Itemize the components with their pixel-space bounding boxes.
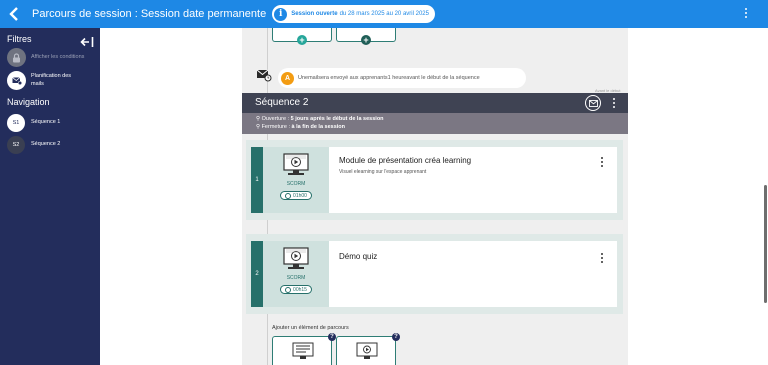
navigation-heading: Navigation [7,97,50,107]
chevron-left-icon [9,7,18,21]
nav-item-label: Séquence 1 [31,119,61,126]
module-body[interactable]: Démo quiz [329,241,617,307]
nav-item-sequence-1[interactable]: S1 Séquence 1 [7,114,60,132]
more-options-icon[interactable] [744,8,748,20]
mail-icon [588,99,598,107]
sequence-mail-button[interactable] [585,95,601,111]
back-button[interactable] [0,0,28,28]
help-icon[interactable]: ? [392,333,400,341]
module-body[interactable]: Module de présentation créa learning Vis… [329,147,617,213]
sequence-closing: ⚲ Fermeture : à la fin de la session [256,124,346,130]
module-number: 1 [251,147,263,213]
info-icon: i [274,7,288,21]
session-status-dates: du 28 mars 2025 au 20 avril 2025 [339,11,429,17]
lock-icon [7,48,26,67]
sidebar: Filtres Afficher les conditions Planific… [0,28,100,365]
computer-play-icon [283,153,309,175]
mail-avatar: A [281,71,294,85]
add-button[interactable]: + [361,35,371,45]
module-title: Module de présentation créa learning [339,156,472,165]
sequence-meta: ⚲ Ouverture : 5 jours après le début de … [242,113,628,134]
sequence-badge-s2: S2 [7,136,25,154]
add-element-card[interactable] [336,336,396,365]
mail-text-suffix: avant le début de la séquence [406,75,480,81]
mail-link[interactable]: email [305,75,318,81]
sequence-title: Séquence 2 [255,97,309,108]
mail-text-middle: sera envoyé aux apprenants [318,75,388,81]
sequence-header: Séquence 2 [242,93,628,113]
filters-heading: Filtres [7,34,32,44]
module-more-icon[interactable] [600,157,604,169]
filter-show-conditions[interactable]: Afficher les conditions [7,48,84,67]
computer-play-icon [356,342,378,359]
mail-delay[interactable]: 1 heure [388,75,407,81]
filter-show-conditions-label: Afficher les conditions [31,53,85,60]
sequence-badge-s1: S1 [7,114,25,132]
module-card: 1 SCORM 01h00 Module de présentation cré… [246,140,623,220]
clock-icon [285,192,292,199]
add-element-label: Ajouter un élément de parcours [272,325,349,331]
module-title: Démo quiz [339,252,378,261]
clock-icon [285,286,292,293]
help-icon[interactable]: ? [328,333,336,341]
module-type: SCORM [286,275,306,281]
module-duration: 01h00 [280,191,312,200]
computer-play-icon [283,247,309,269]
mail-schedule-icon [256,68,272,82]
session-status-badge: i Session ouverte du 28 mars 2025 au 20 … [272,5,435,23]
mail-text-prefix: Un [298,75,306,81]
page-title: Parcours de session : Session date perma… [32,8,267,20]
filter-mail-planning-label: Planification des mails [31,73,72,87]
nav-item-label: Séquence 2 [31,141,61,148]
add-element-card[interactable] [272,336,332,365]
module-type: SCORM [286,181,306,187]
session-status-text: Session ouverte [291,11,338,17]
module-description: Visuel elearning sur l'espace apprenant [339,169,427,175]
module-number: 2 [251,241,263,307]
add-button[interactable]: + [297,35,307,45]
module-more-icon[interactable] [600,253,604,265]
mail-schedule-row[interactable]: A Un email sera envoyé aux apprenants 1 … [278,68,526,88]
document-icon [292,342,314,359]
sequence-opening: ⚲ Ouverture : 5 jours après le début de … [256,116,384,122]
module-thumbnail[interactable]: SCORM 01h00 [263,147,329,213]
scrollbar[interactable] [764,185,767,303]
sequence-more-icon[interactable] [612,98,616,110]
mail-clock-icon [7,71,26,90]
module-thumbnail[interactable]: SCORM 00h15 [263,241,329,307]
module-card: 2 SCORM 00h15 Démo quiz [246,234,623,314]
nav-item-sequence-2[interactable]: S2 Séquence 2 [7,136,60,154]
collapse-sidebar-button[interactable] [80,35,94,47]
top-bar: Parcours de session : Session date perma… [0,0,768,28]
filter-mail-planning[interactable]: Planification des mails [7,71,71,90]
collapse-left-icon [80,37,94,47]
module-duration: 00h15 [280,285,312,294]
